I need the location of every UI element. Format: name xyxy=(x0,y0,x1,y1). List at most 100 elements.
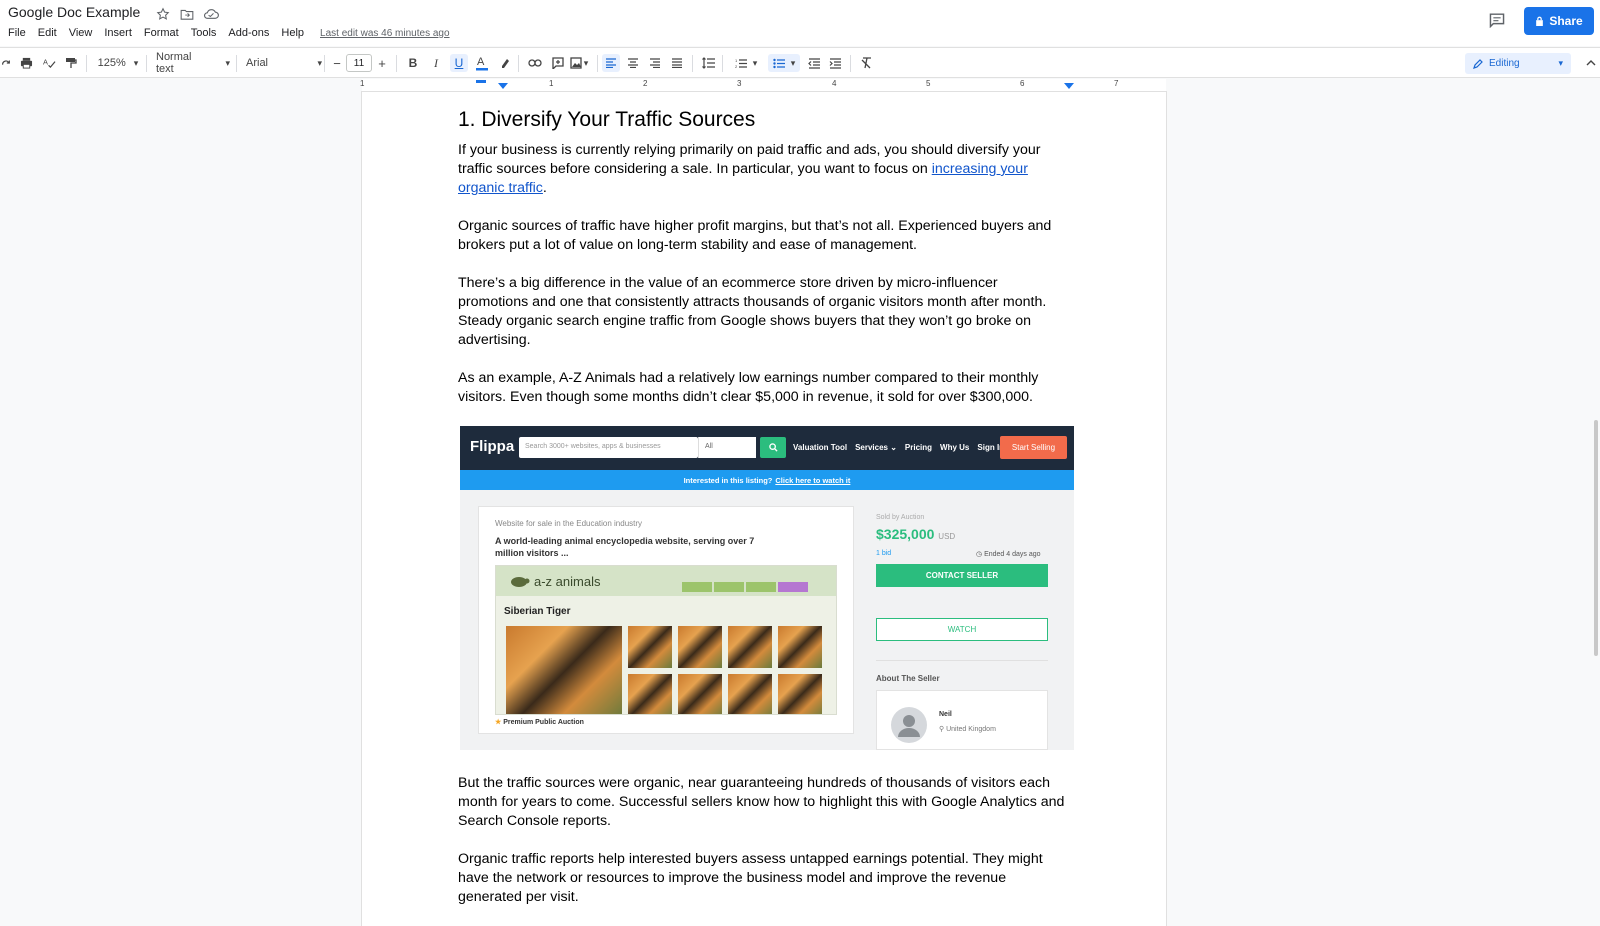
tiger-photo xyxy=(728,674,772,714)
clear-formatting-icon[interactable] xyxy=(857,54,875,72)
seller-location: ⚲ United Kingdom xyxy=(939,725,996,733)
chevron-down-icon: ▾ xyxy=(225,57,230,68)
editing-mode-select[interactable]: Editing ▾ xyxy=(1465,53,1571,74)
first-line-indent-marker[interactable] xyxy=(476,80,486,83)
document-page[interactable]: 1. Diversify Your Traffic Sources If you… xyxy=(362,92,1166,926)
last-edit-link[interactable]: Last edit was 46 minutes ago xyxy=(320,27,450,39)
decrease-indent-icon[interactable] xyxy=(805,54,823,72)
seller-name: Neil xyxy=(939,711,952,718)
title-icons xyxy=(154,6,220,22)
listing-headline: A world-leading animal encyclopedia webs… xyxy=(495,536,755,558)
turtle-logo-icon xyxy=(511,577,530,587)
listing-category: Website for sale in the Education indust… xyxy=(495,519,643,528)
flippa-navbar: Flippa Search 3000+ websites, apps & bus… xyxy=(460,426,1074,470)
flippa-nav-link: Valuation Tool xyxy=(793,443,848,452)
add-comment-icon[interactable] xyxy=(549,54,567,72)
auction-ended: ◷ Ended 4 days ago xyxy=(976,550,1041,558)
svg-text:2: 2 xyxy=(735,64,738,69)
menu-view[interactable]: View xyxy=(69,27,93,39)
section-heading: 1. Diversify Your Traffic Sources xyxy=(458,108,756,131)
document-body[interactable]: 1. Diversify Your Traffic Sources If you… xyxy=(458,108,1074,926)
paragraph-text: . xyxy=(542,180,547,196)
zoom-select[interactable]: 125% ▾ xyxy=(96,54,140,72)
editing-label: Editing xyxy=(1489,58,1520,69)
align-right-icon[interactable] xyxy=(646,54,664,72)
toolbar: A 125% ▾ Normal text ▾ Arial ▾ − 11 + B I U… xyxy=(0,47,1600,78)
menu-insert[interactable]: Insert xyxy=(104,27,132,39)
share-label: Share xyxy=(1549,14,1583,28)
seller-location-text: United Kingdom xyxy=(946,726,996,733)
align-left-icon[interactable] xyxy=(602,54,620,72)
price-value: $325,000 xyxy=(876,526,935,542)
paragraph: If your business is currently relying pr… xyxy=(458,141,1066,198)
increase-font-size-button[interactable]: + xyxy=(375,54,389,72)
redo-icon[interactable] xyxy=(0,54,12,72)
menu-edit[interactable]: Edit xyxy=(38,27,57,39)
numbered-list-icon[interactable]: 1 2 ▾ xyxy=(730,54,762,72)
paint-format-icon[interactable] xyxy=(62,54,80,72)
paragraph: There’s a big difference in the value of… xyxy=(458,275,1047,348)
comments-icon[interactable] xyxy=(1488,12,1508,30)
about-seller-heading: About The Seller xyxy=(876,674,940,683)
sold-by-label: Sold by Auction xyxy=(876,514,925,521)
ruler-track: 1 1 2 3 4 5 6 7 xyxy=(360,79,1166,92)
bulleted-list-icon[interactable]: ▾ xyxy=(768,54,800,72)
tiger-photo xyxy=(778,626,822,668)
flippa-nav-link: Why Us xyxy=(940,443,970,452)
menu-file[interactable]: File xyxy=(8,27,26,39)
font-size-input[interactable]: 11 xyxy=(346,54,372,72)
collapse-menus-icon[interactable] xyxy=(1584,54,1598,72)
menu-addons[interactable]: Add-ons xyxy=(228,27,269,39)
justify-icon[interactable] xyxy=(668,54,686,72)
font-select[interactable]: Arial ▾ xyxy=(246,54,322,72)
tiger-photo xyxy=(678,626,722,668)
bold-button[interactable]: B xyxy=(404,54,422,72)
style-value: Normal text xyxy=(156,51,192,75)
embedded-screenshot[interactable]: Flippa Search 3000+ websites, apps & bus… xyxy=(460,426,1074,750)
tiger-photo xyxy=(506,626,622,714)
toolbar-divider xyxy=(146,55,147,72)
toolbar-divider xyxy=(597,55,598,72)
right-indent-marker[interactable] xyxy=(1064,83,1074,89)
ruler[interactable]: 1 1 2 3 4 5 6 7 xyxy=(0,79,1600,92)
text-color-icon[interactable]: A xyxy=(473,54,491,72)
doc-header: Google Doc Example File Edit View Insert… xyxy=(0,0,1600,46)
toolbar-divider xyxy=(236,55,237,72)
tiger-photo xyxy=(728,626,772,668)
style-select[interactable]: Normal text ▾ xyxy=(156,51,230,75)
align-center-icon[interactable] xyxy=(624,54,642,72)
star-icon[interactable] xyxy=(154,6,172,22)
paragraph: Organic traffic reports help interested … xyxy=(458,851,1043,905)
decrease-font-size-button[interactable]: − xyxy=(330,54,344,72)
premium-badge: ★ Premium Public Auction xyxy=(495,718,584,726)
highlight-color-icon[interactable] xyxy=(496,54,514,72)
line-spacing-icon[interactable] xyxy=(699,54,717,72)
toolbar-divider xyxy=(722,55,723,72)
menu-format[interactable]: Format xyxy=(144,27,179,39)
italic-button[interactable]: I xyxy=(427,54,445,72)
doc-title[interactable]: Google Doc Example xyxy=(8,4,140,20)
menu-tools[interactable]: Tools xyxy=(191,27,217,39)
ruler-mark: 7 xyxy=(1114,79,1119,88)
spellcheck-icon[interactable]: A xyxy=(40,54,58,72)
svg-text:A: A xyxy=(477,56,485,68)
print-icon[interactable] xyxy=(17,54,35,72)
flippa-search-filter: All xyxy=(698,437,756,458)
left-indent-marker[interactable] xyxy=(498,83,508,89)
clock-icon: ◷ xyxy=(976,551,983,558)
increase-indent-icon[interactable] xyxy=(826,54,844,72)
insert-link-icon[interactable] xyxy=(526,54,544,72)
flippa-start-selling: Start Selling xyxy=(1000,436,1067,459)
toolbar-divider xyxy=(518,55,519,72)
vertical-scrollbar[interactable] xyxy=(1594,420,1598,656)
bid-count: 1 bid xyxy=(876,550,892,557)
panel-divider xyxy=(876,660,1048,661)
insert-image-icon[interactable]: ▾ xyxy=(566,54,592,72)
svg-text:1: 1 xyxy=(735,58,738,63)
pencil-icon xyxy=(1473,58,1483,69)
share-button[interactable]: Share xyxy=(1524,7,1594,35)
cloud-status-icon[interactable] xyxy=(202,6,220,22)
underline-button[interactable]: U xyxy=(450,54,468,72)
menu-help[interactable]: Help xyxy=(281,27,304,39)
move-folder-icon[interactable] xyxy=(178,6,196,22)
